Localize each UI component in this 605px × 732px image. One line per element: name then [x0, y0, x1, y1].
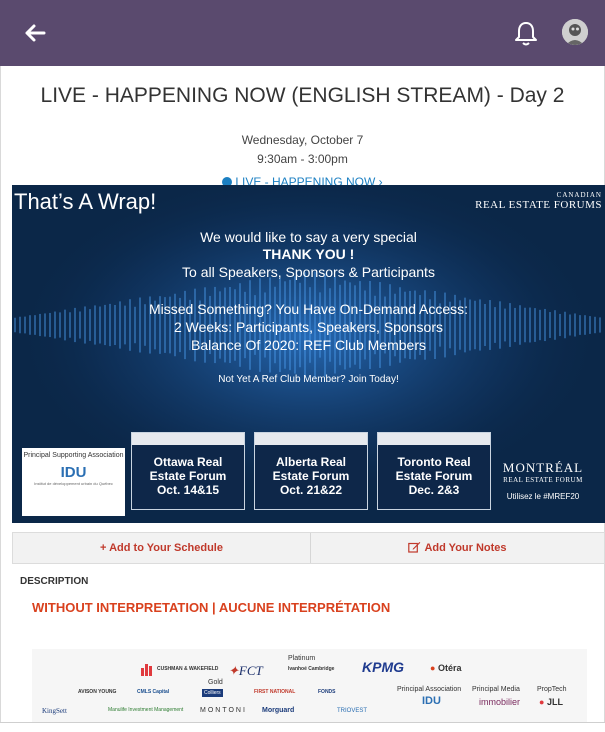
kpmg-logo: KPMG [362, 659, 404, 675]
cushman-wakefield-icon [141, 664, 152, 676]
kingsett-logo: KingSett [42, 707, 67, 715]
sponsors-logo-strip: Platinum Gold CUSHMAN & WAKEFIELD ✦FCT I… [32, 649, 587, 722]
forum-card-text: Alberta Real Estate Forum Oct. 21&22 [255, 445, 367, 497]
montreal-line-2: REAL ESTATE FORUM [503, 476, 583, 484]
otera-logo: ● Otéra [430, 663, 461, 673]
forum-card-line: Alberta Real [275, 455, 347, 469]
fct-leaf-icon: ✦ [228, 663, 239, 678]
forum-card-line: Toronto Real [397, 455, 471, 469]
immobilier-logo: immobilier [479, 697, 521, 707]
canadian-real-estate-forums-logo: CANADIAN REAL ESTATE FORUMS [467, 191, 602, 211]
forum-card-text: Toronto Real Estate Forum Dec. 2&3 [378, 445, 490, 497]
montreal-hashtag: Utilisez le #MREF20 [506, 492, 580, 501]
fct-logo-text: FCT [238, 663, 263, 678]
idu-sponsor-logo: IDU [422, 695, 441, 707]
forum-card-strip [378, 433, 490, 445]
ivanhoe-cambridge-logo: Ivanhoé Cambridge [288, 666, 335, 672]
jll-logo: ● JLL [539, 697, 563, 707]
first-national-logo: FIRST NATIONAL [254, 689, 296, 695]
cushman-wakefield-logo: CUSHMAN & WAKEFIELD [157, 666, 219, 672]
event-banner: That’s A Wrap! CANADIAN REAL ESTATE FORU… [12, 185, 605, 523]
description-text: WITHOUT INTERPRETATION | AUCUNE INTERPRÉ… [32, 600, 391, 615]
banner-thanks-intro: We would like to say a very special [200, 229, 417, 245]
proptech-label: PropTech [537, 686, 567, 693]
add-to-schedule-button[interactable]: + Add to Your Schedule [13, 533, 310, 563]
jll-circle-icon: ● [539, 697, 545, 707]
forum-card-ottawa[interactable]: Ottawa Real Estate Forum Oct. 14&15 [131, 432, 245, 510]
idu-logo: IDU [60, 464, 87, 481]
banner-ondemand-heading: Missed Something? You Have On-Demand Acc… [148, 301, 469, 317]
otera-circle-icon: ● [430, 663, 436, 673]
edit-icon [408, 542, 421, 553]
platinum-label: Platinum [288, 655, 316, 662]
forum-card-toronto[interactable]: Toronto Real Estate Forum Dec. 2&3 [377, 432, 491, 510]
banner-join-club[interactable]: Not Yet A Ref Club Member? Join Today! [12, 374, 605, 385]
forum-card-line: Estate Forum [149, 469, 227, 483]
triovest-logo: TRIOVEST [337, 708, 368, 714]
action-bar: + Add to Your Schedule Add Your Notes [12, 532, 605, 564]
cmls-capital-logo: CMLS Capital [137, 689, 170, 695]
bell-icon[interactable] [512, 18, 540, 48]
forum-card-text: Ottawa Real Estate Forum Oct. 14&15 [132, 445, 244, 497]
banner-thank-you: THANK YOU ! [262, 246, 355, 262]
montreal-line-1: MONTRÉAL [502, 460, 584, 475]
fct-logo: ✦FCT [228, 663, 263, 679]
user-avatar[interactable] [562, 19, 588, 45]
forum-card-line: Dec. 2&3 [408, 483, 460, 497]
event-title: LIVE - HAPPENING NOW (ENGLISH STREAM) - … [40, 84, 565, 107]
colliers-logo: Colliers [202, 689, 223, 697]
top-navigation-bar [0, 0, 605, 66]
forum-card-line: Estate Forum [272, 469, 350, 483]
fonds-logo: FONDS [318, 689, 336, 695]
arrow-left-icon[interactable] [20, 18, 50, 48]
event-time: 9:30am - 3:00pm [257, 152, 348, 166]
principal-association-label: Principal Association [397, 686, 462, 693]
morguard-logo: Morguard [262, 707, 295, 714]
add-notes-label: Add Your Notes [424, 542, 507, 554]
gold-label: Gold [208, 679, 223, 686]
forum-card-alberta[interactable]: Alberta Real Estate Forum Oct. 21&22 [254, 432, 368, 510]
add-notes-button[interactable]: Add Your Notes [311, 533, 604, 563]
forum-card-strip [255, 433, 367, 445]
manulife-logo: Manulife Investment Management [108, 707, 184, 713]
banner-headline: That’s A Wrap! [14, 189, 157, 214]
jll-logo-text: JLL [546, 697, 563, 707]
idu-logo-subtitle: Institut de développement urbain du Québ… [34, 481, 113, 486]
event-date: Wednesday, October 7 [241, 133, 364, 147]
principal-media-label: Principal Media [472, 686, 520, 693]
banner-ondemand-two-weeks: 2 Weeks: Participants, Speakers, Sponsor… [174, 319, 443, 335]
principal-supporting-association-card: Principal Supporting Association IDU Ins… [22, 448, 125, 516]
montreal-forum-logo: MONTRÉAL REAL ESTATE FORUM Utilisez le #… [482, 460, 604, 501]
logo-line-1: CANADIAN [556, 191, 602, 199]
banner-thanks-audience: To all Speakers, Sponsors & Participants [182, 264, 435, 280]
forum-card-line: Oct. 21&22 [279, 483, 343, 497]
montoni-logo: MONTONI [200, 707, 247, 714]
avison-young-logo: AVISON YOUNG [78, 689, 117, 695]
forum-card-strip [132, 433, 244, 445]
logo-line-2: REAL ESTATE FORUMS [475, 199, 602, 211]
forum-card-line: Oct. 14&15 [156, 483, 220, 497]
description-label: DESCRIPTION [20, 576, 89, 587]
horizontal-scrollbar[interactable] [0, 722, 605, 732]
banner-ondemand-balance: Balance Of 2020: REF Club Members [191, 337, 426, 353]
forum-card-line: Ottawa Real [153, 455, 223, 469]
sponsor-card-label: Principal Supporting Association [23, 452, 124, 459]
forum-card-line: Estate Forum [395, 469, 473, 483]
otera-logo-text: Otéra [437, 663, 462, 673]
